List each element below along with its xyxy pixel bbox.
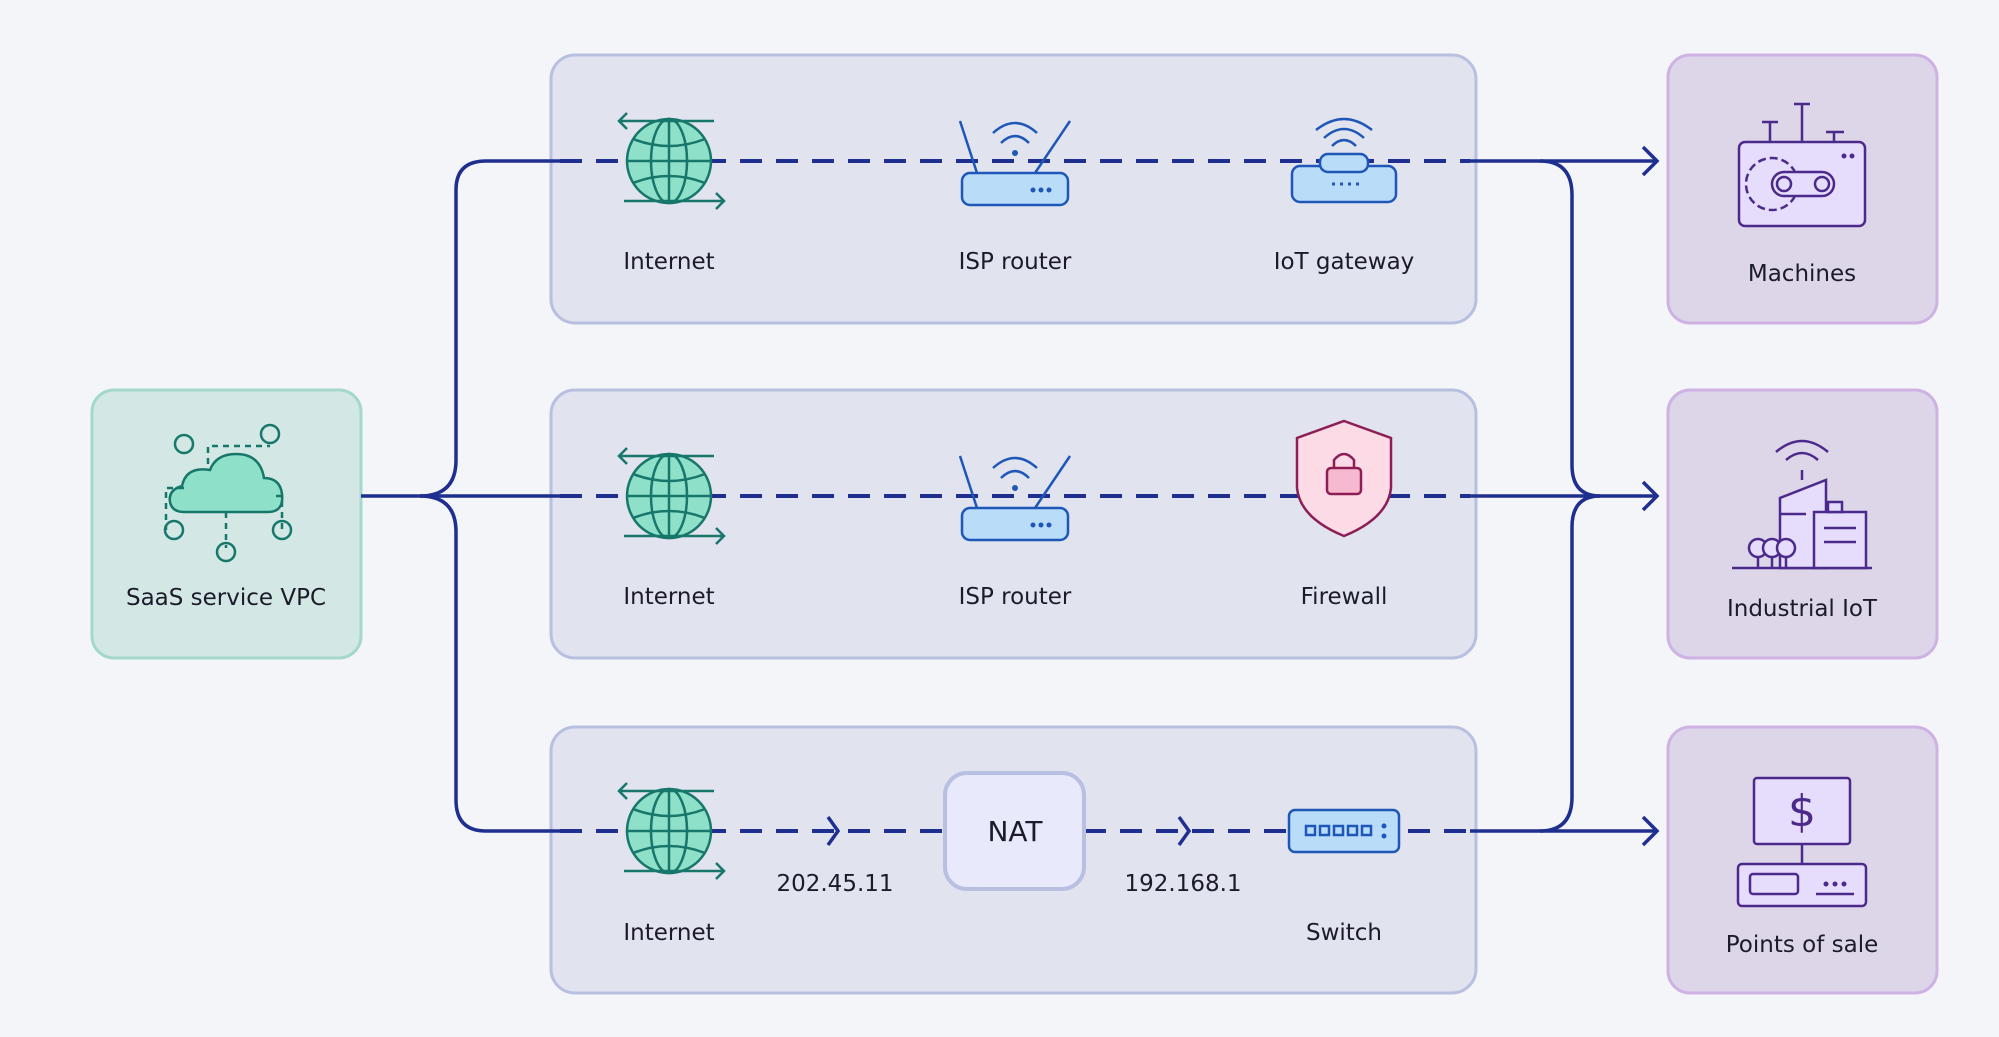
nat-label: NAT [987,815,1043,848]
node-label: Internet [623,920,714,946]
network-diagram: SaaS service VPC Internet ISP router IoT… [90,53,1939,995]
node-label: Internet [623,584,714,610]
switch-icon [1287,808,1401,854]
ip-label-private: 192.168.1 [1124,871,1241,897]
target-label-industrial-iot: Industrial IoT [1727,596,1878,622]
node-label: ISP router [959,584,1072,610]
ip-label-public: 202.45.11 [776,871,893,897]
node-label: IoT gateway [1274,249,1415,275]
node-label: ISP router [959,249,1072,275]
node-label: Switch [1306,920,1382,946]
target-label-points-of-sale: Points of sale [1726,932,1879,958]
source-label: SaaS service VPC [126,585,326,611]
node-nat[interactable]: NAT [943,771,1086,891]
pos-terminal-icon: $ [1736,776,1868,908]
target-label-machines: Machines [1748,261,1856,287]
node-label: Internet [623,249,714,275]
svg-text:$: $ [1788,786,1816,837]
node-label: Firewall [1301,584,1388,610]
source-node-saas-vpc[interactable]: SaaS service VPC [90,388,363,660]
